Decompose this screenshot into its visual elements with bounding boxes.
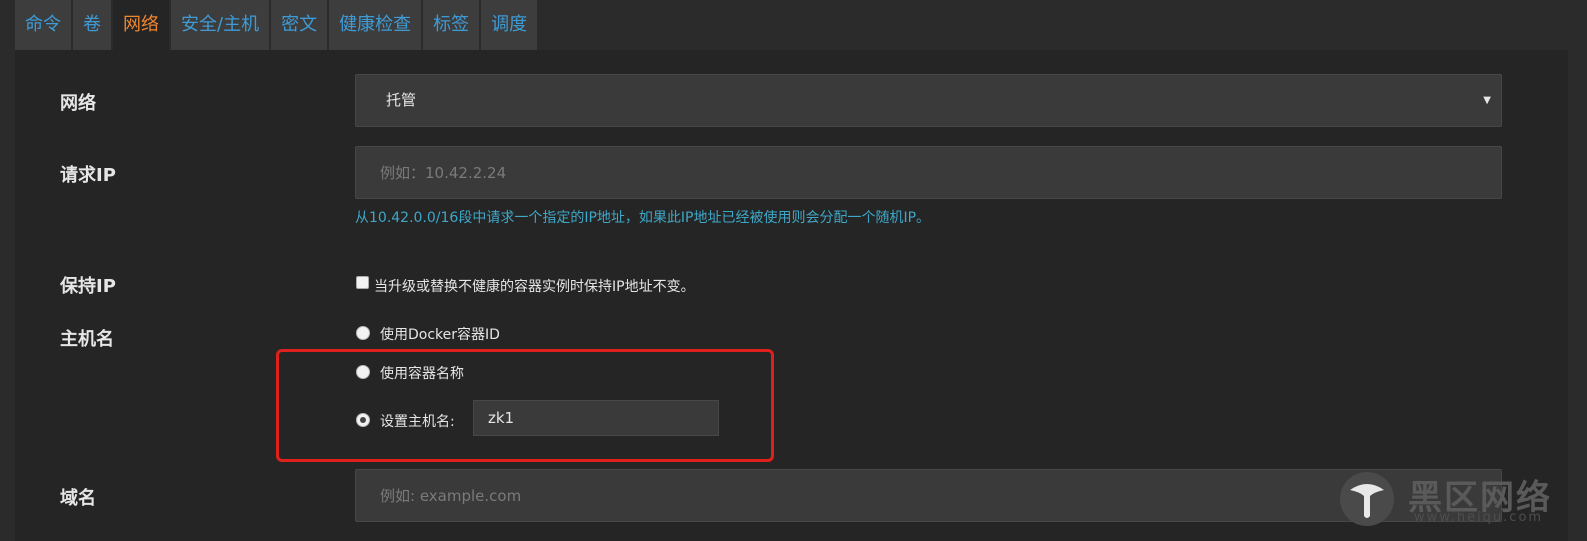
request-ip-label: 请求IP xyxy=(60,165,116,186)
retain-ip-label: 保持IP xyxy=(60,276,116,297)
network-select-value: 托管 xyxy=(386,91,417,109)
tab-network[interactable]: 网络 xyxy=(113,0,169,50)
tab-labels[interactable]: 标签 xyxy=(423,0,480,50)
domain-label: 域名 xyxy=(60,488,96,509)
tab-bar: 命令 卷 网络 安全/主机 密文 健康检查 标签 调度 xyxy=(0,0,1587,50)
network-label: 网络 xyxy=(60,93,96,114)
hostname-label: 主机名 xyxy=(60,329,114,350)
radio-container-name-label: 使用容器名称 xyxy=(380,366,464,382)
radio-set-hostname[interactable] xyxy=(356,413,370,427)
request-ip-help: 从10.42.0.0/16段中请求一个指定的IP地址，如果此IP地址已经被使用则… xyxy=(355,210,931,226)
radio-docker-container-id[interactable] xyxy=(356,326,370,340)
request-ip-input[interactable] xyxy=(355,146,1502,199)
retain-ip-checkbox[interactable] xyxy=(356,276,369,289)
tab-security-host[interactable]: 安全/主机 xyxy=(171,0,270,50)
radio-docker-container-id-label: 使用Docker容器ID xyxy=(380,327,500,343)
retain-ip-checkbox-label: 当升级或替换不健康的容器实例时保持IP地址不变。 xyxy=(374,279,695,295)
tab-scheduling[interactable]: 调度 xyxy=(481,0,538,50)
radio-set-hostname-label: 设置主机名: xyxy=(380,414,455,430)
caret-down-icon: ▼ xyxy=(1483,95,1491,106)
tab-volumes[interactable]: 卷 xyxy=(73,0,111,50)
network-select[interactable]: 托管 ▼ xyxy=(355,74,1502,127)
tabs: 命令 卷 网络 安全/主机 密文 健康检查 标签 调度 xyxy=(15,0,539,50)
tab-health-check[interactable]: 健康检查 xyxy=(329,0,422,50)
domain-input[interactable] xyxy=(355,469,1502,522)
tab-command[interactable]: 命令 xyxy=(15,0,71,50)
tab-secrets[interactable]: 密文 xyxy=(271,0,328,50)
radio-container-name[interactable] xyxy=(356,365,370,379)
hostname-input[interactable] xyxy=(473,400,719,436)
